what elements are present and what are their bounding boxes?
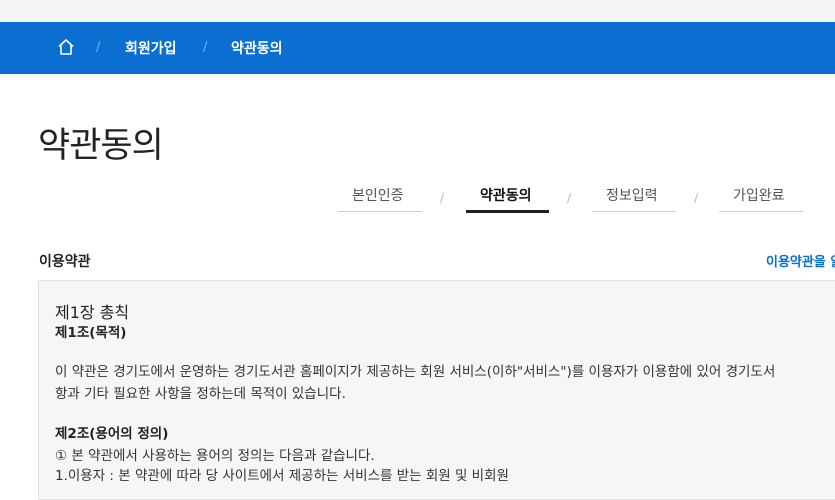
browser-top-strip — [0, 0, 835, 22]
terms-paragraph: 1.이용자 : 본 약관에 따라 당 사이트에서 제공하는 서비스를 받는 회원… — [55, 468, 509, 484]
step-info-input[interactable]: 정보입력 — [606, 185, 658, 205]
breadcrumb-item-terms[interactable]: 약관동의 — [231, 38, 283, 58]
breadcrumb-separator: / — [203, 40, 208, 55]
terms-chapter-title: 제1장 총칙 — [55, 303, 130, 322]
section-title: 이용약관 — [39, 254, 91, 270]
terms-paragraph: 이 약관은 경기도에서 운영하는 경기도서관 홈페이지가 제공하는 회원 서비스… — [55, 364, 776, 380]
step-underline — [592, 211, 676, 212]
step-underline-active — [466, 210, 549, 213]
step-verification[interactable]: 본인인증 — [352, 185, 404, 205]
terms-read-link[interactable]: 이용약관을 읽 — [766, 251, 835, 270]
breadcrumb-item-signup[interactable]: 회원가입 — [125, 38, 177, 58]
article-title: 제2조(용어의 정의) — [55, 426, 169, 442]
step-separator: / — [567, 191, 572, 205]
step-separator: / — [694, 191, 699, 205]
step-complete[interactable]: 가입완료 — [733, 185, 785, 205]
article-title: 제1조(목적) — [55, 325, 127, 341]
step-terms[interactable]: 약관동의 — [480, 185, 532, 205]
breadcrumb-bar: / 회원가입 / 약관동의 — [0, 22, 835, 74]
terms-content-box[interactable]: 제1장 총칙 제1조(목적) 이 약관은 경기도에서 운영하는 경기도서관 홈페… — [38, 280, 835, 500]
breadcrumb-separator: / — [96, 40, 101, 55]
terms-paragraph: 항과 기타 필요한 사항을 정하는데 목적이 있습니다. — [55, 386, 346, 402]
step-underline — [338, 211, 422, 212]
terms-paragraph: ① 본 약관에서 사용하는 용어의 정의는 다음과 같습니다. — [55, 448, 375, 464]
step-separator: / — [440, 191, 445, 205]
page-title: 약관동의 — [38, 126, 164, 166]
step-underline — [719, 211, 803, 212]
home-icon[interactable] — [57, 38, 75, 56]
